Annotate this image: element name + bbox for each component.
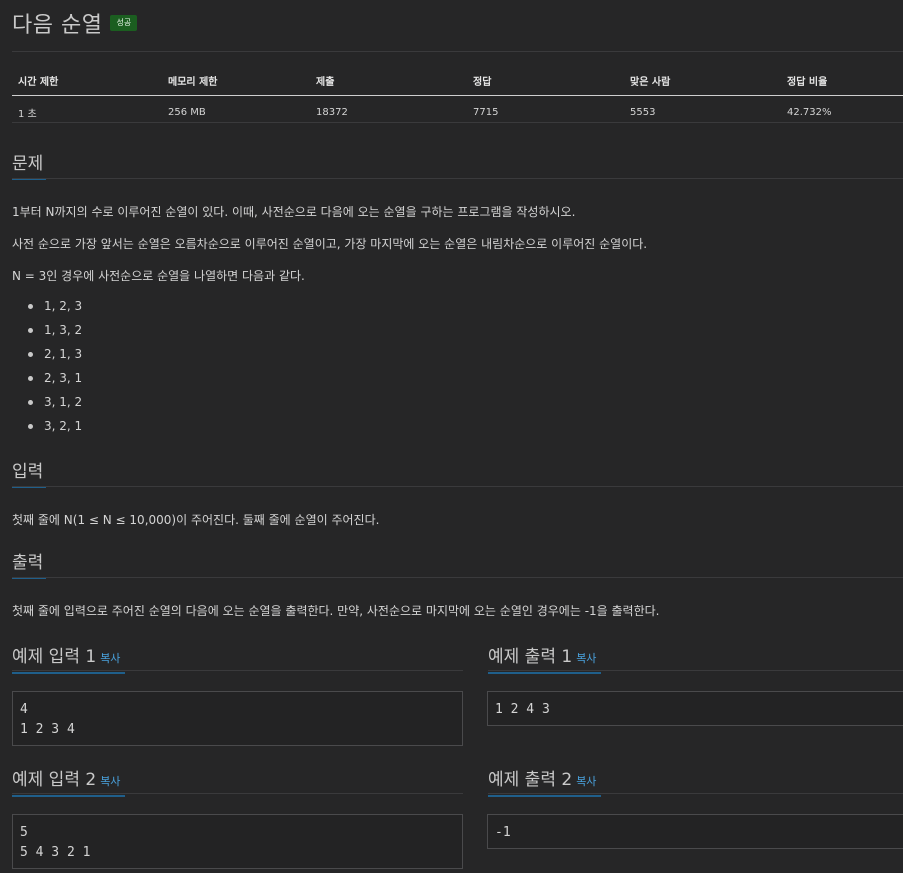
list-item: 2, 3, 1	[12, 366, 82, 390]
problem-heading-text: 문제	[12, 154, 44, 174]
header-solved-users: 맞은 사람	[624, 66, 781, 96]
problem-section-heading: 문제	[12, 149, 46, 180]
input-section-heading: 입력	[12, 457, 46, 488]
heading-underline	[12, 672, 125, 674]
sample-output-2-title: 예제 출력 2	[488, 770, 573, 790]
output-description: 첫째 줄에 입력으로 주어진 순열의 다음에 오는 순열을 출력한다. 만약, …	[12, 604, 660, 618]
problem-paragraph-1: 1부터 N까지의 수로 이루어진 순열이 있다. 이때, 사전순으로 다음에 오…	[12, 205, 576, 219]
value-solved-users: 5553	[624, 95, 781, 123]
info-header-row: 시간 제한 메모리 제한 제출 정답 맞은 사람 정답 비율	[12, 66, 903, 96]
sample-output-1-box[interactable]: 1 2 4 3	[487, 691, 903, 726]
problem-info-table: 시간 제한 메모리 제한 제출 정답 맞은 사람 정답 비율 1 초 256 M…	[12, 66, 903, 123]
info-value-row: 1 초 256 MB 18372 7715 5553 42.732%	[12, 95, 903, 123]
sample-input-1-divider	[12, 670, 463, 671]
list-item-text: 3, 2, 1	[44, 419, 83, 433]
list-item-text: 1, 2, 3	[44, 299, 83, 313]
sample-input-1-box[interactable]: 4 1 2 3 4	[12, 691, 463, 746]
output-section-heading: 출력	[12, 548, 46, 579]
value-accepted: 7715	[467, 95, 624, 123]
copy-sample-output-2-button[interactable]: 복사	[576, 775, 596, 788]
sample-output-1-heading: 예제 출력 1 복사	[488, 642, 601, 674]
sample-input-1-heading: 예제 입력 1 복사	[12, 642, 125, 674]
problem-title: 다음 순열	[12, 13, 103, 38]
problem-paragraph-2: 사전 순으로 가장 앞서는 순열은 오름차순으로 이루어진 순열이고, 가장 마…	[12, 237, 648, 251]
sample-input-2-box[interactable]: 5 5 4 3 2 1	[12, 814, 463, 869]
status-badge: 성공	[110, 15, 138, 31]
sample-output-2-heading: 예제 출력 2 복사	[488, 765, 601, 797]
bullet-icon	[28, 304, 33, 309]
value-accept-ratio: 42.732%	[781, 95, 903, 123]
bullet-icon	[28, 376, 33, 381]
problem-page: 다음 순열 성공 시간 제한 메모리 제한 제출 정답 맞은 사람 정답 비율 …	[12, 0, 903, 873]
list-item: 2, 1, 3	[12, 342, 82, 366]
list-item: 1, 3, 2	[12, 318, 82, 342]
sample-input-2-heading: 예제 입력 2 복사	[12, 765, 125, 797]
sample-output-1-title: 예제 출력 1	[488, 647, 573, 667]
sample-output-1-divider	[488, 670, 903, 671]
output-heading-text: 출력	[12, 553, 44, 573]
bullet-icon	[28, 352, 33, 357]
copy-sample-input-2-button[interactable]: 복사	[100, 775, 120, 788]
bullet-icon	[28, 400, 33, 405]
header-time-limit: 시간 제한	[12, 66, 162, 96]
title-row: 다음 순열 성공	[12, 8, 138, 38]
bullet-icon	[28, 328, 33, 333]
list-item: 3, 1, 2	[12, 390, 82, 414]
header-memory-limit: 메모리 제한	[162, 66, 310, 96]
input-section-divider	[12, 486, 903, 487]
list-item: 1, 2, 3	[12, 294, 82, 318]
heading-underline	[488, 672, 601, 674]
copy-sample-input-1-button[interactable]: 복사	[100, 652, 120, 665]
bullet-icon	[28, 424, 33, 429]
header-submissions: 제출	[310, 66, 467, 96]
input-heading-text: 입력	[12, 462, 44, 482]
value-time-limit: 1 초	[12, 95, 162, 123]
problem-paragraph-3: N = 3인 경우에 사전순으로 순열을 나열하면 다음과 같다.	[12, 269, 305, 283]
output-section-divider	[12, 577, 903, 578]
input-description: 첫째 줄에 N(1 ≤ N ≤ 10,000)이 주어진다. 둘째 줄에 순열이…	[12, 513, 380, 527]
problem-section-divider	[12, 178, 903, 179]
list-item-text: 2, 1, 3	[44, 347, 83, 361]
list-item-text: 2, 3, 1	[44, 371, 83, 385]
value-submissions: 18372	[310, 95, 467, 123]
title-divider	[12, 51, 903, 52]
value-memory-limit: 256 MB	[162, 95, 310, 123]
list-item-text: 1, 3, 2	[44, 323, 83, 337]
header-accepted: 정답	[467, 66, 624, 96]
heading-underline	[12, 795, 125, 797]
sample-input-1-title: 예제 입력 1	[12, 647, 97, 667]
list-item: 3, 2, 1	[12, 414, 82, 438]
heading-underline	[488, 795, 601, 797]
list-item-text: 3, 1, 2	[44, 395, 83, 409]
header-accept-ratio: 정답 비율	[781, 66, 903, 96]
permutation-list: 1, 2, 3 1, 3, 2 2, 1, 3 2, 3, 1 3, 1, 2 …	[12, 294, 82, 438]
sample-output-2-divider	[488, 793, 903, 794]
sample-input-2-title: 예제 입력 2	[12, 770, 97, 790]
copy-sample-output-1-button[interactable]: 복사	[576, 652, 596, 665]
sample-input-2-divider	[12, 793, 463, 794]
sample-output-2-box[interactable]: -1	[487, 814, 903, 849]
